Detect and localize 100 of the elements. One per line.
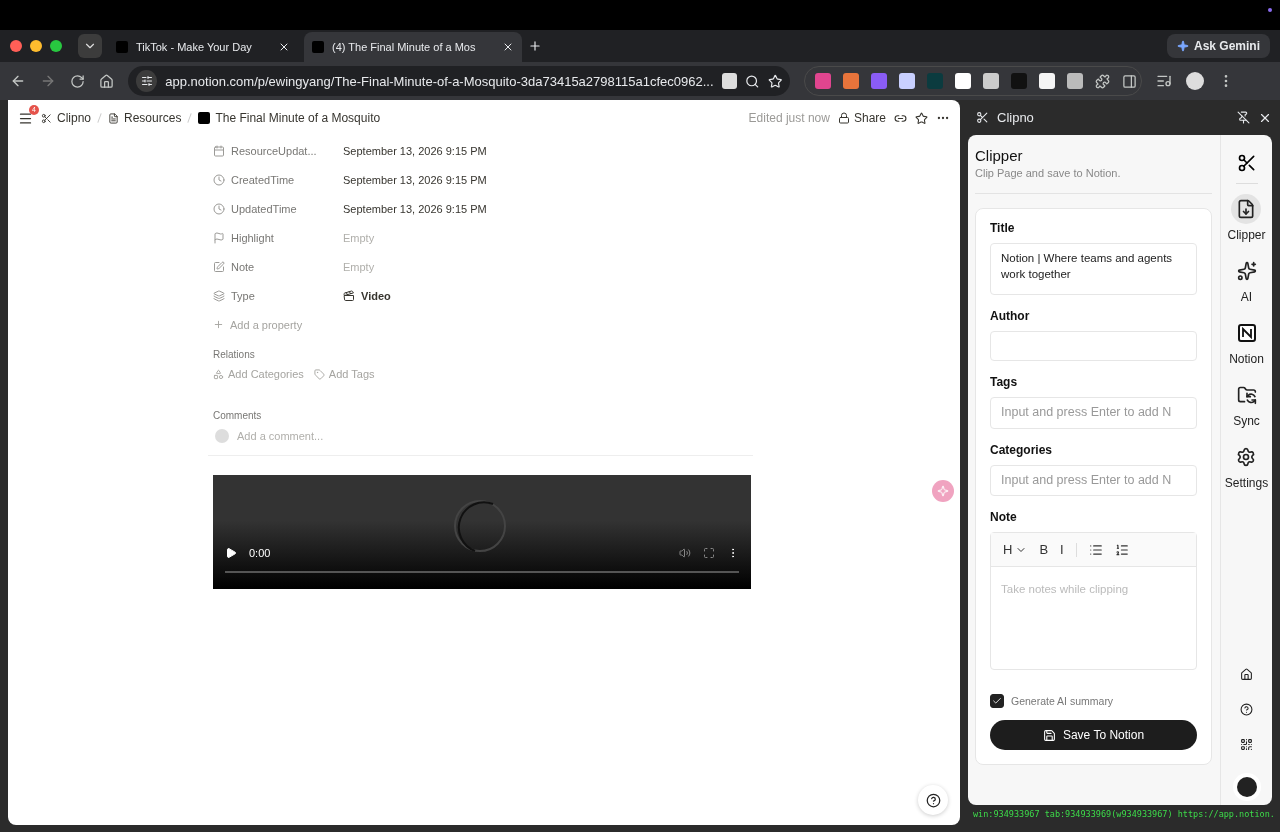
bullet-list-icon[interactable] bbox=[1088, 542, 1103, 557]
share-button[interactable]: Share bbox=[837, 111, 886, 125]
save-button[interactable]: Save To Notion bbox=[990, 720, 1197, 750]
close-icon[interactable] bbox=[278, 41, 290, 53]
nav-item[interactable]: Notion bbox=[1229, 318, 1264, 366]
clipno-logo-icon bbox=[976, 111, 989, 124]
minimize-window-button[interactable] bbox=[30, 40, 42, 52]
breadcrumb-link[interactable]: Clipno bbox=[41, 111, 92, 125]
clock-icon bbox=[213, 173, 225, 186]
title-field[interactable]: Notion | Where teams and agents work together bbox=[990, 243, 1197, 295]
nav-item[interactable]: AI bbox=[1231, 256, 1262, 304]
menu-icon[interactable] bbox=[18, 110, 33, 126]
help-icon bbox=[925, 792, 941, 808]
nav-item[interactable]: Clipper bbox=[1227, 194, 1266, 242]
sparkle-icon bbox=[1176, 40, 1189, 52]
edited-status: Edited just now bbox=[748, 111, 830, 125]
side-panel-icon[interactable] bbox=[1122, 73, 1137, 89]
new-tab-icon[interactable] bbox=[528, 39, 542, 53]
user-avatar[interactable] bbox=[1232, 773, 1261, 801]
property-name: Highlight bbox=[213, 231, 343, 244]
property-value: September 13, 2026 9:15 PM bbox=[343, 144, 487, 157]
profile-avatar[interactable] bbox=[1186, 72, 1204, 90]
field-label: Author bbox=[990, 309, 1031, 323]
qr-code-icon[interactable] bbox=[1240, 738, 1253, 751]
property-value: Video bbox=[343, 289, 391, 302]
italic-button[interactable]: I bbox=[1060, 542, 1064, 557]
reload-icon[interactable] bbox=[70, 73, 85, 89]
note-editor[interactable]: H B I Take notes while clipping bbox=[990, 532, 1197, 670]
browser-tab[interactable]: (4) The Final Minute of a Mos bbox=[304, 32, 522, 62]
field-label: Tags bbox=[990, 375, 1019, 389]
ask-gemini-button[interactable]: Ask Gemini bbox=[1166, 34, 1270, 58]
scissors-icon bbox=[41, 112, 52, 124]
notion-extension-icon[interactable] bbox=[721, 73, 737, 89]
field-label: Categories bbox=[990, 442, 1054, 457]
folder-sync-icon bbox=[1236, 385, 1257, 405]
stack-icon bbox=[213, 289, 225, 302]
favorite-star-icon[interactable] bbox=[915, 111, 928, 125]
field-label: Title bbox=[990, 221, 1016, 235]
edit-icon bbox=[213, 260, 225, 273]
lock-icon bbox=[837, 112, 850, 124]
nav-item[interactable]: Settings bbox=[1224, 442, 1269, 490]
property-name: Note bbox=[213, 260, 343, 273]
panel-heading: Clipper bbox=[975, 147, 1024, 164]
flag-icon bbox=[213, 231, 225, 244]
property-value: Empty bbox=[343, 260, 375, 273]
sparkles-icon bbox=[1236, 261, 1257, 281]
address-bar[interactable]: app.notion.com/p/ewingyang/The-Final-Minute-of-a-Mosquito-3da73415a2798115a1cfec0962... bbox=[128, 66, 790, 96]
input-field[interactable] bbox=[990, 331, 1197, 361]
volume-icon[interactable] bbox=[679, 547, 691, 559]
tab-logo-icon bbox=[116, 41, 128, 53]
help-icon[interactable] bbox=[1240, 703, 1253, 716]
puzzle-icon[interactable] bbox=[1095, 73, 1110, 89]
media-icon[interactable] bbox=[1156, 73, 1172, 89]
close-icon[interactable] bbox=[502, 41, 514, 53]
summary-checkbox[interactable] bbox=[990, 694, 1004, 708]
home-icon[interactable] bbox=[1240, 668, 1253, 681]
avatar bbox=[215, 429, 229, 443]
clipno-logo-icon bbox=[1236, 153, 1257, 173]
document-icon bbox=[108, 112, 120, 124]
file-download-icon bbox=[1236, 199, 1257, 219]
clock-icon bbox=[213, 202, 225, 215]
avatar-icon bbox=[1236, 777, 1257, 797]
breadcrumb-link[interactable]: Resources bbox=[108, 111, 182, 125]
play-icon[interactable] bbox=[225, 547, 237, 559]
zoom-window-button[interactable] bbox=[50, 40, 62, 52]
tab-search-button[interactable] bbox=[78, 34, 102, 58]
tag-icon bbox=[313, 368, 325, 380]
close-window-button[interactable] bbox=[10, 40, 22, 52]
comments-heading: Comments bbox=[213, 410, 263, 421]
heading-button[interactable]: H bbox=[1003, 542, 1028, 557]
settings-icon bbox=[1236, 447, 1257, 467]
forward-icon[interactable] bbox=[40, 73, 56, 89]
status-text: win:934933967 tab:934933969(w934933967) https://app.notion. bbox=[972, 808, 1276, 821]
page-logo-icon bbox=[198, 112, 211, 124]
unpin-icon[interactable] bbox=[1237, 111, 1250, 124]
property-name: ResourceUpdat... bbox=[213, 144, 343, 157]
breadcrumb-link[interactable]: The Final Minute of a Mosquito bbox=[198, 111, 381, 125]
property-name: UpdatedTime bbox=[213, 202, 343, 215]
numbered-list-icon[interactable] bbox=[1114, 542, 1129, 557]
site-settings-icon[interactable] bbox=[136, 70, 158, 92]
bookmark-star-icon[interactable] bbox=[767, 73, 782, 89]
fullscreen-icon[interactable] bbox=[703, 547, 715, 559]
checkbox-label: Generate AI summary bbox=[1011, 695, 1114, 707]
back-icon[interactable] bbox=[10, 73, 26, 89]
zoom-icon[interactable] bbox=[745, 73, 760, 89]
property-value: September 13, 2026 9:15 PM bbox=[343, 173, 487, 186]
property-name: CreatedTime bbox=[213, 173, 343, 186]
notion-logo-icon bbox=[1236, 323, 1257, 343]
help-button[interactable] bbox=[918, 785, 948, 815]
panel-subtitle: Clip Page and save to Notion. bbox=[975, 167, 1212, 194]
property-name: Type bbox=[213, 289, 343, 302]
calendar-icon bbox=[213, 144, 225, 157]
browser-tab[interactable]: TikTok - Make Your Day bbox=[108, 32, 298, 62]
nav-item[interactable]: Sync bbox=[1231, 380, 1262, 428]
status-dot bbox=[1268, 8, 1272, 12]
save-icon bbox=[1042, 728, 1056, 742]
relations-heading: Relations bbox=[213, 349, 256, 360]
sparkle-icon bbox=[937, 485, 949, 497]
bold-button[interactable]: B bbox=[1039, 542, 1049, 557]
shapes-icon bbox=[213, 368, 224, 380]
